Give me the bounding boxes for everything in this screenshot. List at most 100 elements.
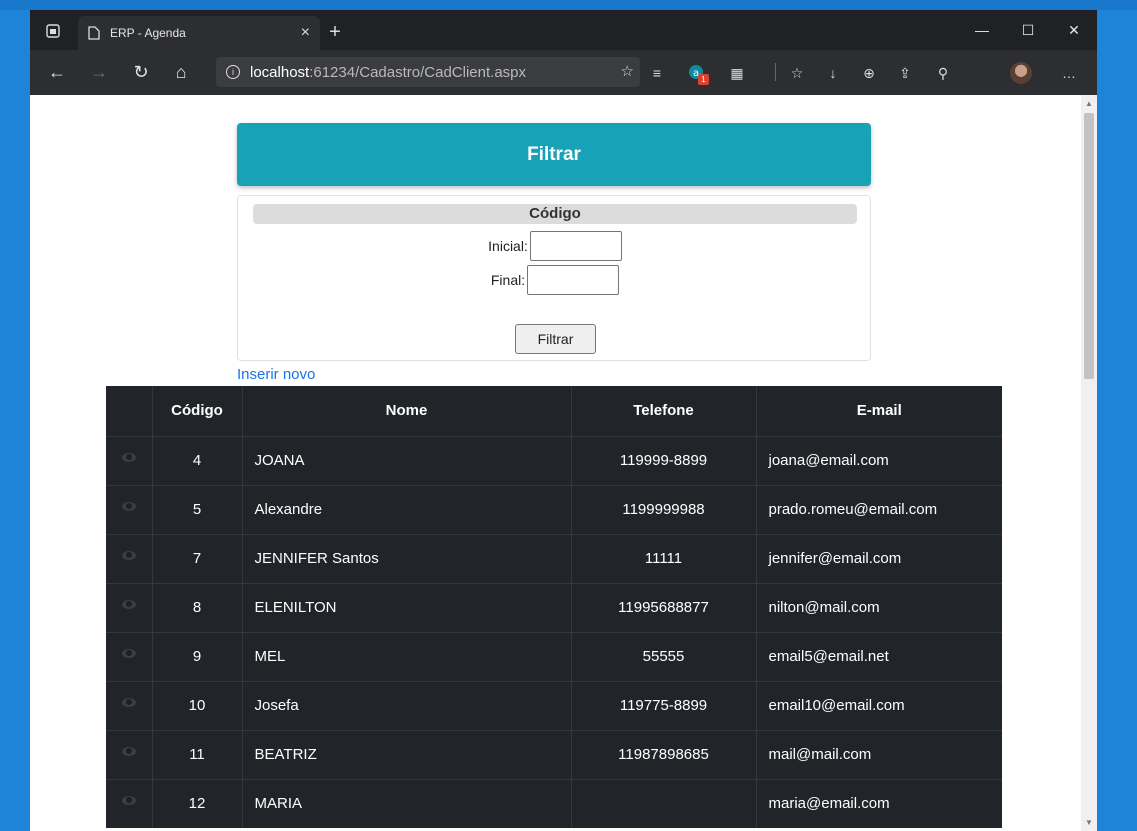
- new-tab-button[interactable]: +: [322, 19, 348, 45]
- table-row: 10 Josefa 119775-8899 email10@email.com: [106, 680, 1002, 730]
- browser-window: ERP - Agenda × + — ☐ ✕ ← → ↻ ⌂ i localho…: [30, 10, 1097, 831]
- cell-codigo: 10: [151, 680, 242, 730]
- cell-email: joana@email.com: [755, 435, 1002, 485]
- cell-telefone: 11987898685: [570, 729, 756, 779]
- address-bar[interactable]: i localhost:61234/Cadastro/CadClient.asp…: [216, 57, 640, 87]
- eye-icon[interactable]: [121, 502, 136, 511]
- extension-b-icon[interactable]: ▦: [724, 60, 750, 86]
- header-nome: Nome: [241, 386, 571, 437]
- cell-telefone: 11111: [570, 533, 756, 583]
- eye-icon[interactable]: [121, 551, 136, 560]
- cell-nome: MEL: [241, 631, 571, 681]
- cell-nome: JENNIFER Santos: [241, 533, 571, 583]
- tab-actions-button[interactable]: [38, 19, 68, 43]
- back-icon[interactable]: ←: [42, 58, 72, 86]
- forward-icon[interactable]: →: [84, 58, 114, 86]
- header-codigo: Código: [151, 386, 242, 437]
- table-row: 8 ELENILTON 11995688877 nilton@mail.com: [106, 582, 1002, 632]
- cell-telefone: 119999-8899: [570, 435, 756, 485]
- initial-code-label: Inicial:: [488, 238, 528, 254]
- cell-nome: Alexandre: [241, 484, 571, 534]
- cell-email: mail@mail.com: [755, 729, 1002, 779]
- title-bar: ERP - Agenda × + — ☐ ✕: [30, 10, 1097, 50]
- extension-a-icon[interactable]: a 1: [684, 60, 710, 86]
- cell-nome: Josefa: [241, 680, 571, 730]
- header-telefone: Telefone: [570, 386, 756, 437]
- table-row: 9 MEL 55555 email5@email.net: [106, 631, 1002, 681]
- cell-codigo: 12: [151, 778, 242, 828]
- cell-nome: MARIA: [241, 778, 571, 828]
- header-actions: [106, 386, 152, 437]
- filter-panel: Código Inicial: Final: Filtrar: [237, 195, 871, 361]
- cell-codigo: 9: [151, 631, 242, 681]
- cell-telefone: 55555: [570, 631, 756, 681]
- table-row: 4 JOANA 119999-8899 joana@email.com: [106, 435, 1002, 485]
- close-window-button[interactable]: ✕: [1051, 10, 1097, 50]
- eye-icon[interactable]: [121, 796, 136, 806]
- collections-icon[interactable]: ⊕: [856, 60, 882, 86]
- eye-icon[interactable]: [121, 747, 136, 756]
- scroll-down-icon[interactable]: ▼: [1085, 818, 1093, 827]
- minimize-button[interactable]: —: [959, 10, 1005, 50]
- more-options-icon[interactable]: …: [1056, 60, 1082, 86]
- url-path: :61234/Cadastro/CadClient.aspx: [309, 63, 526, 81]
- extensions-icon[interactable]: ⚲: [930, 60, 956, 86]
- cell-codigo: 8: [151, 582, 242, 632]
- cell-email: nilton@mail.com: [755, 582, 1002, 632]
- cell-telefone: 1199999988: [570, 484, 756, 534]
- downloads-icon[interactable]: ↓: [820, 60, 846, 86]
- maximize-button[interactable]: ☐: [1005, 10, 1051, 50]
- table-row: 12 MARIA maria@email.com: [106, 778, 1002, 828]
- profile-avatar[interactable]: [1010, 62, 1032, 84]
- table-row: 5 Alexandre 1199999988 prado.romeu@email…: [106, 484, 1002, 534]
- cell-codigo: 11: [151, 729, 242, 779]
- browser-toolbar: ← → ↻ ⌂ i localhost:61234/Cadastro/CadCl…: [30, 50, 1097, 95]
- eye-icon[interactable]: [121, 649, 136, 658]
- extension-badge: 1: [698, 74, 709, 85]
- scroll-thumb[interactable]: [1084, 113, 1094, 379]
- cell-email: email10@email.com: [755, 680, 1002, 730]
- cell-codigo: 4: [151, 435, 242, 485]
- favorites-icon[interactable]: ☆: [784, 60, 810, 86]
- home-icon[interactable]: ⌂: [166, 58, 196, 86]
- reading-list-icon[interactable]: ≡: [644, 60, 670, 86]
- cell-codigo: 5: [151, 484, 242, 534]
- clients-table: Código Nome Telefone E-mail 4 JOANA 1199…: [106, 386, 1002, 828]
- cell-nome: ELENILTON: [241, 582, 571, 632]
- cell-telefone: 11995688877: [570, 582, 756, 632]
- site-info-icon[interactable]: i: [226, 65, 240, 79]
- cell-telefone: [570, 778, 756, 828]
- final-code-input[interactable]: [527, 265, 620, 295]
- cell-email: maria@email.com: [755, 778, 1002, 828]
- header-email: E-mail: [755, 386, 1002, 437]
- scroll-up-icon[interactable]: ▲: [1085, 99, 1093, 108]
- refresh-icon[interactable]: ↻: [126, 58, 156, 86]
- eye-icon[interactable]: [121, 600, 136, 609]
- tab-title: ERP - Agenda: [110, 26, 186, 40]
- page-icon: [88, 26, 100, 40]
- filter-legend: Código: [253, 204, 857, 224]
- url-host: localhost: [250, 63, 310, 81]
- share-icon[interactable]: ⇪: [892, 60, 918, 86]
- active-tab[interactable]: ERP - Agenda ×: [78, 16, 320, 50]
- filter-button[interactable]: Filtrar: [515, 324, 596, 354]
- table-header-row: Código Nome Telefone E-mail: [106, 386, 1002, 437]
- initial-code-input[interactable]: [529, 231, 622, 261]
- cell-email: prado.romeu@email.com: [755, 484, 1002, 534]
- cell-email: jennifer@email.com: [755, 533, 1002, 583]
- insert-new-link[interactable]: Inserir novo: [237, 366, 315, 383]
- desktop-background: [0, 0, 1137, 10]
- tab-actions-icon: [46, 24, 60, 38]
- eye-icon[interactable]: [121, 698, 136, 707]
- page-viewport: Filtrar Código Inicial: Final: Filtrar I…: [30, 95, 1081, 831]
- filter-header: Filtrar: [237, 123, 871, 186]
- close-tab-icon[interactable]: ×: [301, 24, 310, 42]
- vertical-scrollbar[interactable]: ▲ ▼: [1081, 95, 1097, 831]
- eye-icon[interactable]: [121, 453, 136, 462]
- cell-codigo: 7: [151, 533, 242, 583]
- toolbar-divider: [775, 63, 776, 81]
- cell-telefone: 119775-8899: [570, 680, 756, 730]
- table-row: 7 JENNIFER Santos 11111 jennifer@email.c…: [106, 533, 1002, 583]
- initial-code-row: Inicial:: [238, 231, 872, 261]
- favorite-star-icon[interactable]: ☆: [621, 62, 634, 80]
